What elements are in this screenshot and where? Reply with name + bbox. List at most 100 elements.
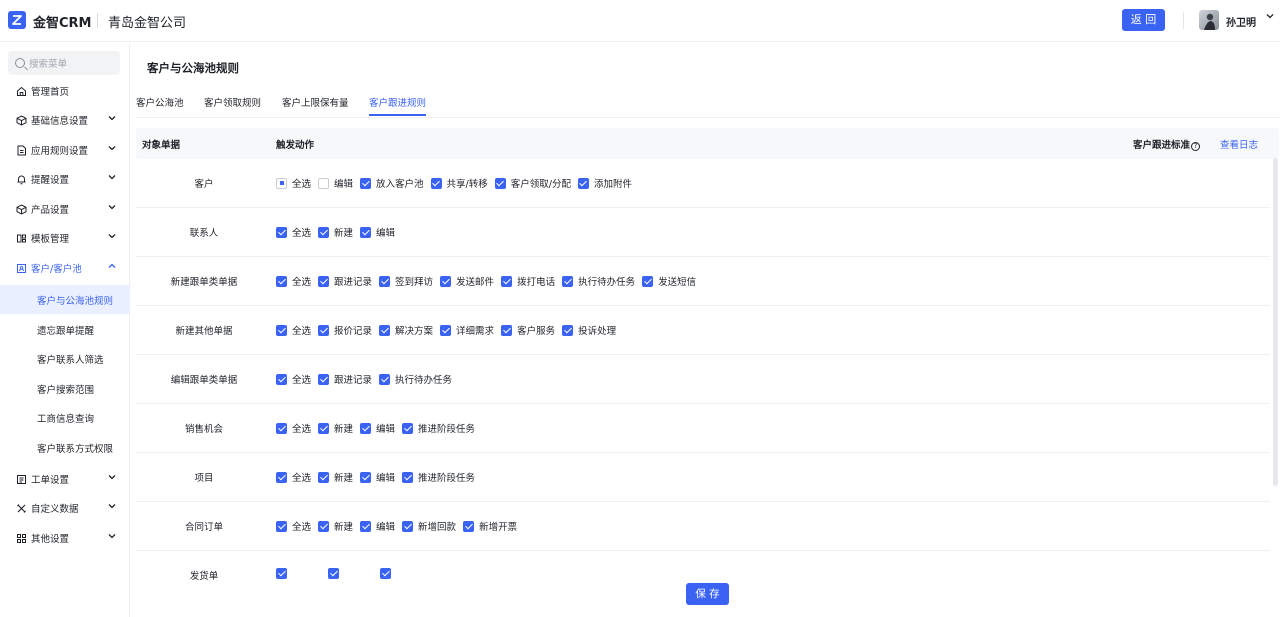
checkbox[interactable] [360,422,372,434]
action-option[interactable]: 跟进记录 [318,274,372,288]
checkbox[interactable] [276,471,287,483]
checkbox[interactable] [360,471,372,483]
action-option[interactable]: 放入客户池 [360,176,424,190]
checkbox[interactable] [562,275,574,287]
sidebar-item-products[interactable]: 产品设置 [0,195,130,223]
action-option[interactable]: 执行待办任务 [562,274,635,288]
action-option[interactable]: 共享/转移 [430,176,488,190]
action-option[interactable]: 推进阶段任务 [402,421,475,435]
action-option[interactable]: 详细需求 [440,323,494,337]
sidebar-subitem-rules[interactable]: 客户与公海池规则 [0,285,130,314]
tab-claim-rules[interactable]: 客户领取规则 [204,95,261,109]
sidebar-item-templates[interactable]: 模板管理 [0,224,130,252]
checkbox[interactable] [380,568,391,579]
checkbox[interactable] [402,422,414,434]
sidebar-item-app-rules[interactable]: 应用规则设置 [0,136,130,164]
sidebar-subitem-search-range[interactable]: 客户搜索范围 [0,374,130,403]
checkbox[interactable] [430,177,442,189]
action-option[interactable]: 编辑 [360,519,395,533]
checkbox[interactable] [276,275,287,287]
action-option[interactable] [380,568,396,579]
checkbox[interactable] [318,226,330,238]
checkbox[interactable] [379,324,391,336]
checkbox[interactable] [276,177,287,189]
chevron-down-icon[interactable] [1266,12,1274,23]
sidebar-subitem-contact-filter[interactable]: 客户联系人筛选 [0,344,130,373]
checkbox[interactable] [440,324,452,336]
action-option[interactable]: 发送邮件 [440,274,494,288]
tab-follow-up-rules[interactable]: 客户跟进规则 [369,95,426,109]
action-option[interactable]: 添加附件 [577,176,632,190]
sidebar-subitem-business-info[interactable]: 工商信息查询 [0,403,130,432]
checkbox[interactable] [642,275,654,287]
action-option[interactable]: 新建 [318,470,353,484]
checkbox[interactable] [318,373,330,385]
back-button[interactable]: 返 回 [1122,9,1165,31]
action-option[interactable]: 编辑 [360,421,395,435]
action-option[interactable] [328,568,344,579]
checkbox[interactable] [379,275,391,287]
action-option[interactable]: 编辑 [360,470,395,484]
sidebar-subitem-reminder[interactable]: 遗忘跟单提醒 [0,315,130,344]
checkbox[interactable] [328,568,339,579]
action-option[interactable]: 全选 [276,519,311,533]
user-name[interactable]: 孙卫明 [1226,14,1256,29]
checkbox[interactable] [577,177,589,189]
help-icon[interactable]: ? [1191,142,1201,151]
checkbox[interactable] [402,520,414,532]
action-option[interactable]: 新建 [318,421,353,435]
sidebar-item-customers[interactable]: 客户/客户池 [0,254,130,282]
action-option[interactable]: 推进阶段任务 [402,470,475,484]
checkbox[interactable] [318,324,330,336]
action-option[interactable]: 全选 [276,176,311,190]
checkbox[interactable] [276,568,287,579]
checkbox[interactable] [318,471,330,483]
action-option[interactable]: 签到拜访 [379,274,433,288]
action-option[interactable]: 执行待办任务 [379,372,452,386]
sidebar-item-custom-data[interactable]: 自定义数据 [0,494,130,522]
checkbox[interactable] [402,471,414,483]
checkbox[interactable] [494,177,506,189]
action-option[interactable]: 全选 [276,421,311,435]
checkbox[interactable] [276,520,287,532]
action-option[interactable]: 投诉处理 [562,323,616,337]
action-option[interactable]: 拨打电话 [501,274,555,288]
sidebar-subitem-contact-permission[interactable]: 客户联系方式权限 [0,433,130,462]
checkbox[interactable] [318,520,330,532]
action-option[interactable]: 发送短信 [642,274,696,288]
action-option[interactable]: 跟进记录 [318,372,372,386]
avatar[interactable] [1199,10,1219,30]
action-option[interactable] [276,568,292,579]
sidebar-item-home[interactable]: 管理首页 [0,77,130,105]
action-option[interactable]: 全选 [276,274,311,288]
checkbox[interactable] [318,422,330,434]
checkbox[interactable] [562,324,574,336]
checkbox[interactable] [360,226,372,238]
checkbox[interactable] [276,373,287,385]
sidebar-item-basic-info[interactable]: 基础信息设置 [0,106,130,134]
checkbox[interactable] [318,177,330,189]
checkbox[interactable] [440,275,452,287]
checkbox[interactable] [276,422,287,434]
view-log-link[interactable]: 查看日志 [1220,137,1258,151]
action-option[interactable]: 新增开票 [463,519,517,533]
action-option[interactable]: 全选 [276,323,311,337]
checkbox[interactable] [360,177,372,189]
action-option[interactable]: 新增回款 [402,519,456,533]
action-option[interactable]: 新建 [318,225,353,239]
checkbox[interactable] [276,324,287,336]
action-option[interactable]: 报价记录 [318,323,372,337]
tab-public-pool[interactable]: 客户公海池 [136,95,184,109]
sidebar-item-reminders[interactable]: 提醒设置 [0,165,130,193]
tab-retention-limit[interactable]: 客户上限保有量 [282,95,349,109]
action-option[interactable]: 客户服务 [501,323,555,337]
action-option[interactable]: 全选 [276,470,311,484]
action-option[interactable]: 新建 [318,519,353,533]
search-input[interactable]: 搜索菜单 [8,51,120,75]
save-button[interactable]: 保 存 [686,583,729,605]
checkbox[interactable] [501,324,513,336]
action-option[interactable]: 全选 [276,225,311,239]
checkbox[interactable] [318,275,330,287]
action-option[interactable]: 全选 [276,372,311,386]
scrollbar[interactable] [1273,158,1278,486]
